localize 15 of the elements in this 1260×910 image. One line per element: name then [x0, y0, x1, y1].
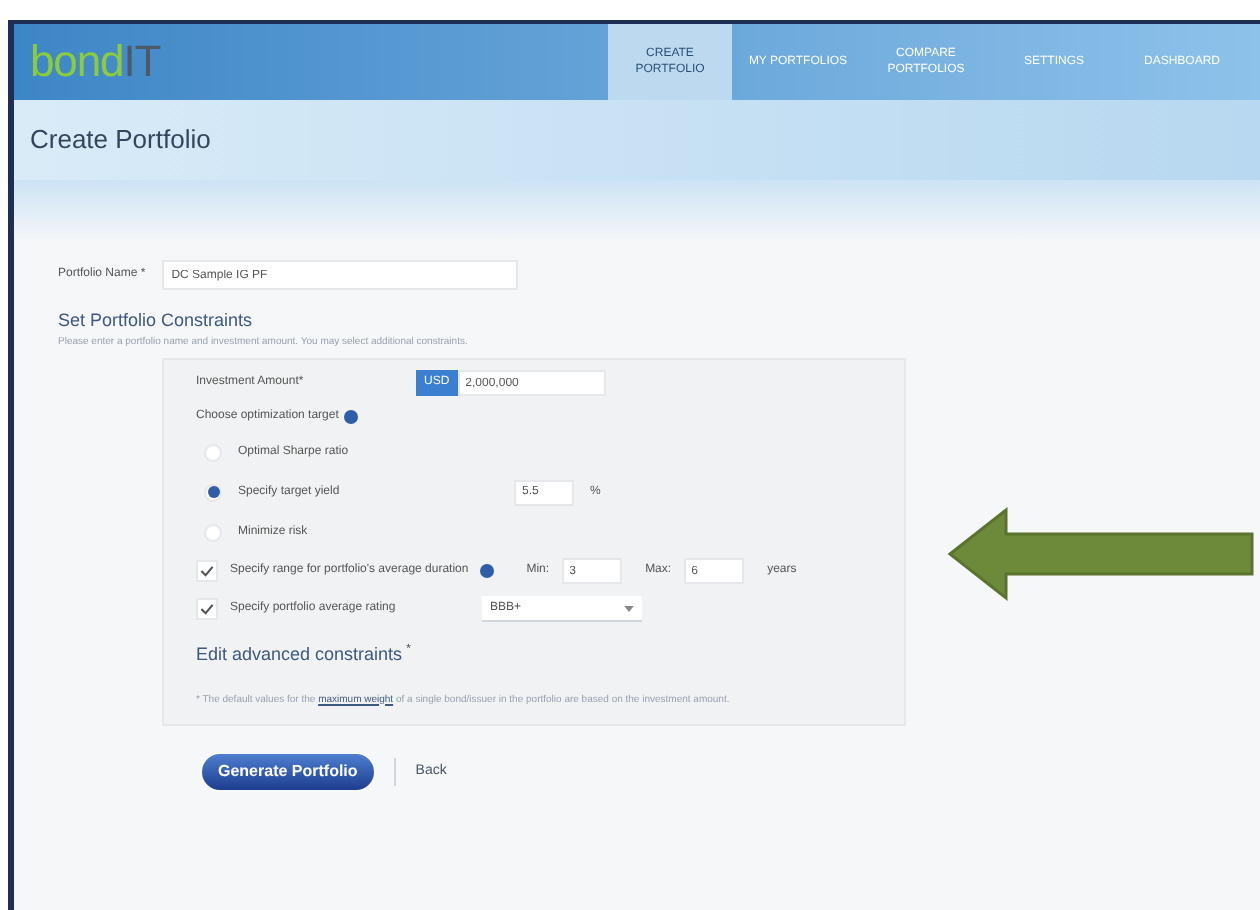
logo: bondIT [30, 40, 161, 84]
radio-button[interactable] [204, 443, 222, 461]
generate-portfolio-button[interactable]: Generate Portfolio [202, 754, 374, 790]
radio-button[interactable] [204, 483, 222, 501]
page-title: Create Portfolio [30, 122, 211, 159]
section-title: Set Portfolio Constraints [58, 308, 255, 334]
check-icon [200, 602, 214, 616]
checkbox[interactable] [196, 560, 218, 582]
radio-button[interactable] [204, 523, 222, 541]
caret-icon [624, 605, 634, 611]
checkbox[interactable] [196, 598, 218, 620]
check-icon [200, 564, 214, 578]
advanced-constraints-link[interactable]: Edit advanced constraints [196, 642, 403, 669]
info-icon [344, 410, 359, 424]
info-icon [480, 564, 495, 578]
